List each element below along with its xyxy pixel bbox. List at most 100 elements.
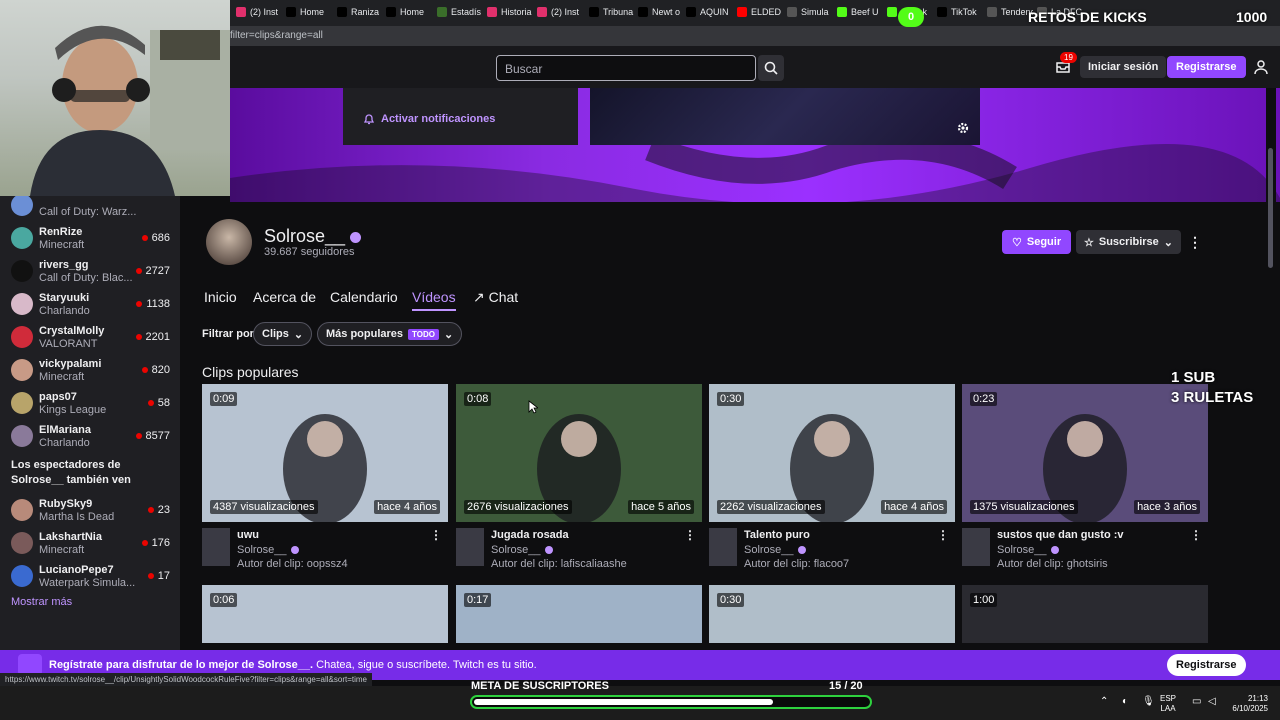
- browser-tab[interactable]: Tendenc: [987, 3, 1033, 21]
- more-options-icon[interactable]: ⋮: [684, 528, 696, 542]
- enable-notifications-link[interactable]: Activar notificaciones: [381, 113, 495, 125]
- browser-tab[interactable]: ELDED: [737, 3, 783, 21]
- channel-game: Call of Duty: Warz...: [39, 206, 137, 218]
- tray-icon[interactable]: ◐: [1122, 696, 1128, 707]
- follower-count: 39.687 seguidores: [264, 246, 355, 258]
- clip-title[interactable]: Talento puro: [744, 529, 810, 541]
- user-icon[interactable]: [1253, 59, 1269, 75]
- more-options-icon[interactable]: ⋮: [1190, 528, 1202, 542]
- more-options-icon[interactable]: ⋮: [937, 528, 949, 542]
- live-dot-icon: [141, 235, 148, 241]
- channel-avatar[interactable]: [206, 219, 252, 265]
- login-button[interactable]: Iniciar sesión: [1080, 56, 1167, 78]
- clip-channel[interactable]: Solrose__: [237, 544, 299, 556]
- sidebar-channel[interactable]: RenRize Minecraft 686: [0, 221, 180, 254]
- clip-thumbnail[interactable]: 0:30 2262 visualizaciones hace 4 años: [709, 384, 955, 522]
- sidebar-channel[interactable]: ElMariana Charlando 8577: [0, 419, 180, 452]
- system-clock[interactable]: 21:13 6/10/2025: [1222, 694, 1268, 714]
- clip-title[interactable]: Jugada rosada: [491, 529, 569, 541]
- browser-tab[interactable]: (2) Inst: [236, 3, 282, 21]
- browser-tab[interactable]: Raniza: [337, 3, 383, 21]
- clip-thumbnail[interactable]: 0:09 4387 visualizaciones hace 4 años: [202, 384, 448, 522]
- browser-tab[interactable]: (2) Inst: [537, 3, 583, 21]
- chevron-up-icon[interactable]: ⌃: [1100, 696, 1108, 707]
- show-more-link[interactable]: Mostrar más: [11, 596, 72, 608]
- clip-thumbnail[interactable]: 0:06: [202, 585, 448, 643]
- search-input[interactable]: Buscar: [496, 55, 756, 81]
- browser-tab[interactable]: Tribuna: [589, 3, 635, 21]
- channel-avatar: [11, 532, 33, 554]
- clip-thumbnail[interactable]: 0:17: [456, 585, 702, 643]
- network-icon[interactable]: ▭: [1192, 696, 1201, 707]
- channel-game: VALORANT: [39, 338, 98, 350]
- clip-title[interactable]: uwu: [237, 529, 259, 541]
- signup-button[interactable]: Registrarse: [1167, 56, 1246, 78]
- more-options-icon[interactable]: ⋮: [1188, 234, 1202, 250]
- volume-icon[interactable]: ◁: [1208, 696, 1216, 707]
- chevron-down-icon: ⌄: [444, 328, 454, 341]
- tab-about[interactable]: Acerca de: [253, 289, 316, 305]
- browser-tab[interactable]: Newt o: [638, 3, 684, 21]
- browser-tab[interactable]: Historia: [487, 3, 533, 21]
- more-options-icon[interactable]: ⋮: [430, 528, 442, 542]
- clip-thumbnail[interactable]: 0:30: [709, 585, 955, 643]
- clip-duration: 0:08: [464, 392, 492, 406]
- clip-card[interactable]: 0:08 2676 visualizaciones hace 5 años Jugad…: [456, 384, 702, 574]
- microphone-icon[interactable]: 🎙: [1142, 696, 1155, 707]
- clip-channel[interactable]: Solrose__: [997, 544, 1059, 556]
- viewer-count: 2201: [135, 331, 170, 343]
- game-thumbnail[interactable]: [202, 528, 230, 566]
- tab-videos[interactable]: Vídeos: [412, 289, 456, 311]
- live-dot-icon: [141, 367, 148, 373]
- search-button[interactable]: [758, 55, 784, 81]
- sidebar-channel[interactable]: vickypalami Minecraft 820: [0, 353, 180, 386]
- scrollbar-thumb[interactable]: [1268, 148, 1273, 268]
- clip-card[interactable]: 0:30 2262 visualizaciones hace 4 años Talen…: [709, 384, 955, 574]
- verified-icon: [797, 546, 806, 554]
- follow-button[interactable]: ♡ Seguir: [1002, 230, 1072, 254]
- viewer-count: 58: [147, 397, 170, 409]
- sidebar-channel[interactable]: paps07 Kings League 58: [0, 386, 180, 419]
- sidebar-channel[interactable]: LucianoPepe7 Waterpark Simula... 17: [0, 559, 180, 592]
- clip-duration: 1:00: [970, 593, 998, 607]
- clip-channel[interactable]: Solrose__: [491, 544, 553, 556]
- browser-tab[interactable]: Home: [286, 3, 332, 21]
- tab-home[interactable]: Inicio: [204, 289, 237, 305]
- clip-title[interactable]: sustos que dan gusto :v: [997, 529, 1124, 541]
- browser-tab[interactable]: AQUIN: [686, 3, 732, 21]
- gear-icon[interactable]: [956, 121, 970, 135]
- tab-chat[interactable]: ↗ Chat: [473, 289, 518, 306]
- game-thumbnail[interactable]: [709, 528, 737, 566]
- browser-tab[interactable]: Home: [386, 3, 432, 21]
- sidebar-channel[interactable]: RubySky9 Martha Is Dead 23: [0, 493, 180, 526]
- clip-author: Autor del clip: ghotsiris: [997, 558, 1108, 570]
- game-thumbnail[interactable]: [962, 528, 990, 566]
- clip-channel[interactable]: Solrose__: [744, 544, 806, 556]
- filter-sort-dropdown[interactable]: Más populares TODO ⌄: [317, 322, 463, 346]
- browser-tab[interactable]: Estadís: [437, 3, 483, 21]
- sidebar-channel[interactable]: rivers_gg Call of Duty: Blac... 2727: [0, 254, 180, 287]
- input-language[interactable]: ESP LAA: [1160, 694, 1176, 714]
- sidebar-channel[interactable]: CrystalMolly VALORANT 2201: [0, 320, 180, 353]
- clip-thumbnail[interactable]: 1:00: [962, 585, 1208, 643]
- clip-thumbnail[interactable]: 0:08 2676 visualizaciones hace 5 años: [456, 384, 702, 522]
- browser-tab[interactable]: Beef U: [837, 3, 883, 21]
- clip-card[interactable]: 0:09 4387 visualizaciones hace 4 años uwu So…: [202, 384, 448, 574]
- filter-type-dropdown[interactable]: Clips ⌄: [253, 322, 313, 346]
- page-scrollbar[interactable]: [1266, 88, 1276, 648]
- notification-panel: Activar notificaciones: [343, 88, 578, 145]
- clip-duration: 0:17: [464, 593, 492, 607]
- clip-card[interactable]: 0:23 1375 visualizaciones hace 3 años susto…: [962, 384, 1208, 574]
- viewer-count: 2727: [135, 265, 170, 277]
- filter-label: Filtrar por: [202, 328, 254, 340]
- banner-signup-button[interactable]: Registrarse: [1167, 654, 1246, 676]
- game-thumbnail[interactable]: [456, 528, 484, 566]
- follow-label: Seguir: [1026, 236, 1062, 248]
- subscribe-button[interactable]: ☆ Suscribirse ⌄: [1076, 230, 1182, 254]
- sidebar-channel[interactable]: Staryuuki Charlando 1138: [0, 287, 180, 320]
- browser-tab[interactable]: Simula: [787, 3, 833, 21]
- tab-schedule[interactable]: Calendario: [330, 289, 398, 305]
- sidebar-channel[interactable]: LakshartNia Minecraft 176: [0, 526, 180, 559]
- browser-tab[interactable]: TikTok: [937, 3, 983, 21]
- channel-name: CrystalMolly: [39, 325, 105, 337]
